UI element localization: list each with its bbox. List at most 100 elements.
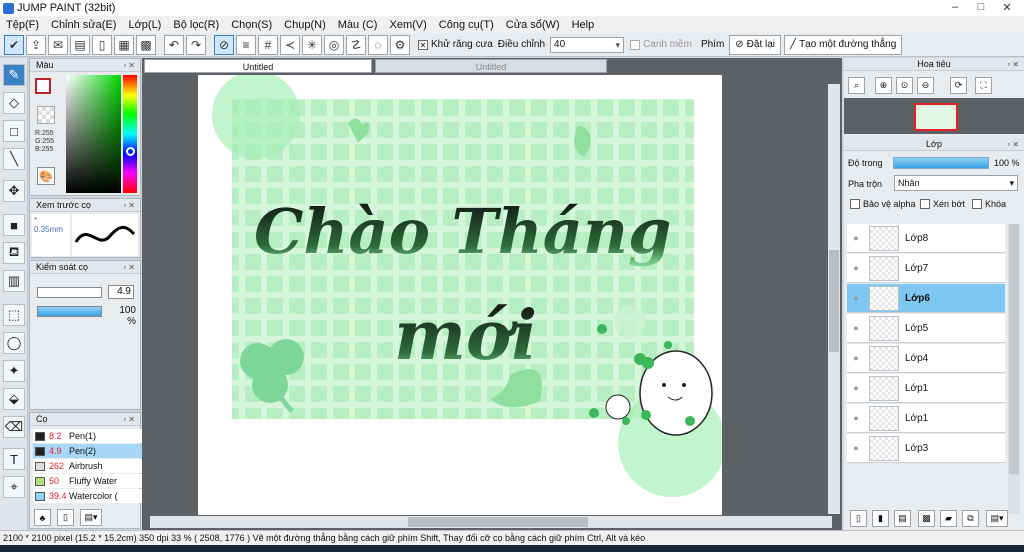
visibility-icon[interactable]: ● [847, 413, 865, 423]
sync-icon[interactable]: ✔ [4, 34, 24, 55]
brush-list-item[interactable]: 39.4 Watercolor ( [33, 489, 151, 503]
chat-icon[interactable]: ▤ [70, 34, 90, 55]
visibility-icon[interactable]: ● [847, 233, 865, 243]
grid-icon[interactable]: ▩ [136, 34, 156, 55]
undo-icon[interactable]: ↶ [164, 34, 184, 55]
text-tool-icon[interactable]: T [3, 448, 25, 470]
document-icon[interactable]: ▦ [114, 34, 134, 55]
select-eraser-icon[interactable]: ⌫ [3, 416, 25, 438]
hue-slider[interactable] [123, 75, 137, 193]
comment-icon[interactable]: ✉ [48, 34, 68, 55]
horizontal-scroll-thumb[interactable] [408, 517, 588, 527]
duplicate-layer-icon[interactable]: ⧉ [962, 510, 979, 527]
menu-help[interactable]: Help [572, 19, 595, 31]
foreground-color-swatch[interactable] [35, 78, 51, 94]
lock-checkbox[interactable] [972, 199, 982, 209]
rect-select-icon[interactable]: ⬚ [3, 304, 25, 326]
straight-line-button[interactable]: ╱ Tạo một đường thẳng [784, 34, 903, 55]
ellipse-ruler-icon[interactable]: ◌ [368, 34, 388, 55]
layer-row[interactable]: ● Lớp4 [847, 344, 1005, 373]
menu-edit[interactable]: Chỉnh sửa(E) [51, 19, 116, 31]
fit-window-icon[interactable]: ⛶ [975, 77, 992, 94]
zoom-reset-icon[interactable]: ⊙ [896, 77, 913, 94]
redo-icon[interactable]: ↷ [186, 34, 206, 55]
perspective-icon[interactable]: ≺ [280, 34, 300, 55]
menu-capture[interactable]: Chụp(N) [284, 19, 326, 31]
visibility-icon[interactable]: ● [847, 383, 865, 393]
navigator-view[interactable] [844, 98, 1024, 134]
layer-row[interactable]: ● Lớp5 [847, 314, 1005, 343]
radial-icon[interactable]: ✳ [302, 34, 322, 55]
navigator-thumbnail[interactable] [914, 103, 958, 131]
settings-icon[interactable]: ⚙ [390, 34, 410, 55]
visibility-icon[interactable]: ● [847, 353, 865, 363]
rotate-icon[interactable]: ⟳ [950, 77, 967, 94]
vertical-scrollbar[interactable] [828, 84, 840, 514]
brush-menu-icon[interactable]: ▤▾ [80, 509, 102, 526]
lock-option[interactable]: Khóa [972, 199, 1006, 209]
concentric-icon[interactable]: ◎ [324, 34, 344, 55]
fill-rect-tool-icon[interactable]: ■ [3, 214, 25, 236]
blend-mode-select[interactable]: Nhân ▾ [894, 175, 1018, 191]
zoom-out-icon[interactable]: ⊖ [917, 77, 934, 94]
vertical-scroll-thumb[interactable] [829, 250, 839, 352]
minimize-button[interactable]: – [942, 0, 968, 14]
smooth-option[interactable]: Canh mềm [630, 39, 692, 50]
bucket-tool-icon[interactable]: ⛾ [3, 242, 25, 264]
clip-checkbox[interactable] [920, 199, 930, 209]
horizontal-scrollbar[interactable] [150, 516, 832, 528]
reset-button[interactable]: ⊘ Đặt lại [729, 34, 782, 55]
close-button[interactable]: ✕ [994, 0, 1020, 14]
transparent-swatch[interactable] [37, 106, 55, 124]
brush-list-item[interactable]: 8.2 Pen(1) [33, 429, 151, 443]
menu-file[interactable]: Tệp(F) [6, 19, 39, 31]
share-icon[interactable]: ⇪ [26, 34, 46, 55]
clip-option[interactable]: Xén bớt [920, 199, 965, 209]
layer-row[interactable]: ● Lớp1 [847, 374, 1005, 403]
gradient-tool-icon[interactable]: ▥ [3, 270, 25, 292]
protect-alpha-option[interactable]: Bảo vệ alpha [850, 199, 916, 209]
zoom-in-icon[interactable]: ⊕ [875, 77, 892, 94]
lasso-select-icon[interactable]: ◯ [3, 332, 25, 354]
menu-select[interactable]: Chọn(S) [231, 19, 272, 31]
antialias-option[interactable]: ✕ Khử răng cưa [418, 39, 493, 50]
visibility-icon[interactable]: ● [847, 443, 865, 453]
brush-opacity-slider[interactable] [37, 306, 102, 317]
panel-controls-icon[interactable]: ▫✕ [123, 200, 137, 212]
brush-tool-icon[interactable]: ✎ [3, 64, 25, 86]
new-layer-icon[interactable]: ▯ [850, 510, 867, 527]
menu-tools[interactable]: Công cụ(T) [439, 19, 494, 31]
brush-list-item[interactable]: 50 Fluffy Water [33, 474, 151, 488]
grid-ruler-icon[interactable]: # [258, 34, 278, 55]
canvas[interactable]: Chào Tháng mới [198, 75, 722, 515]
menu-window[interactable]: Cửa sổ(W) [506, 19, 560, 31]
menu-view[interactable]: Xem(V) [389, 19, 426, 31]
zoom-fit-icon[interactable]: ⌕ [848, 77, 865, 94]
new-brush-icon[interactable]: ▯ [57, 509, 74, 526]
line-tool-icon[interactable]: ╲ [3, 148, 25, 170]
page-icon[interactable]: ▯ [92, 34, 112, 55]
menu-color[interactable]: Màu (C) [338, 19, 378, 31]
panel-controls-icon[interactable]: ▫✕ [1007, 59, 1021, 71]
protect-alpha-checkbox[interactable] [850, 199, 860, 209]
panel-controls-icon[interactable]: ▫✕ [1007, 139, 1021, 151]
color-picker-square[interactable] [66, 75, 121, 193]
document-tab-active[interactable]: Untitled [144, 59, 372, 73]
add-brush-icon[interactable]: ♣ [34, 509, 51, 526]
maximize-button[interactable]: □ [968, 0, 994, 14]
ruler-off-icon[interactable]: ⊘ [214, 34, 234, 55]
parallel-ruler-icon[interactable]: ≡ [236, 34, 256, 55]
layer-row[interactable]: ● Lớp6 [847, 284, 1005, 313]
panel-controls-icon[interactable]: ▫✕ [123, 262, 137, 274]
brush-size-slider[interactable] [37, 287, 102, 298]
eraser-tool-icon[interactable]: ◇ [3, 92, 25, 114]
layer-menu-icon[interactable]: ▤▾ [986, 510, 1008, 527]
document-tab[interactable]: Untitled [375, 59, 607, 73]
layer-row[interactable]: ● Lớp8 [847, 224, 1005, 253]
antialias-checkbox[interactable]: ✕ [418, 39, 428, 50]
visibility-icon[interactable]: ● [847, 323, 865, 333]
magic-wand-icon[interactable]: ✦ [3, 360, 25, 382]
visibility-icon[interactable]: ● [847, 293, 865, 303]
brush-list-item[interactable]: 4.9 Pen(2) [33, 444, 151, 458]
rectangle-tool-icon[interactable]: □ [3, 120, 25, 142]
